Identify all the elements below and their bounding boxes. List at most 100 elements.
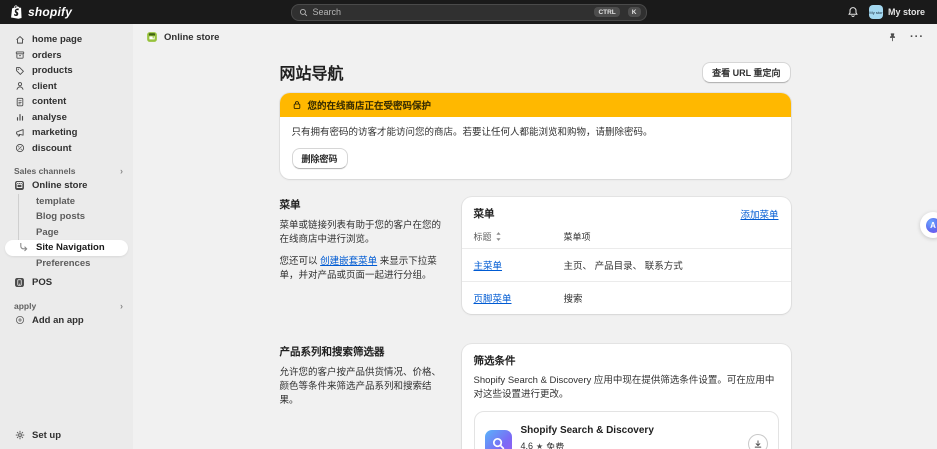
sidebar-item-label: POS <box>32 277 52 288</box>
app-rating-row: 4.6 ★ 免费 <box>521 440 739 449</box>
sidebar-item-content[interactable]: content <box>0 94 133 110</box>
lock-icon <box>292 100 302 110</box>
home-icon <box>14 34 25 45</box>
menus-section: 菜单 菜单或链接列表有助于您的客户在您的在线商店中进行浏览。 您还可以 创建嵌套… <box>280 197 791 314</box>
sidebar-item-label: home page <box>32 34 82 45</box>
sidebar-item-analyse[interactable]: analyse <box>0 110 133 126</box>
menus-card: 菜单 添加菜单 标题 菜单项 主菜单 主页、 产品目录、 联系方式 <box>462 197 791 314</box>
sidebar-item-products[interactable]: products <box>0 63 133 79</box>
shortcut-k-badge: K <box>628 7 641 17</box>
discount-icon <box>14 143 25 154</box>
sidebar-item-label: orders <box>32 50 62 61</box>
filters-desc: 允许您的客户按产品供货情况、价格、颜色等条件来筛选产品系列和搜索结果。 <box>280 366 448 407</box>
sidebar-item-site-navigation[interactable]: Site Navigation <box>5 240 128 256</box>
file-icon <box>14 96 25 107</box>
sidebar-item-pos[interactable]: POS <box>0 275 133 291</box>
create-nested-menu-link[interactable]: 创建嵌套菜单 <box>320 256 377 267</box>
account-menu[interactable]: My stor My store <box>869 5 925 19</box>
sidebar-item-label: content <box>32 96 66 107</box>
sidebar-item-marketing[interactable]: marketing <box>0 125 133 141</box>
remove-password-button[interactable]: 删除密码 <box>292 148 348 169</box>
app-name: Shopify Search & Discovery <box>521 425 654 436</box>
sidebar-item-label: marketing <box>32 127 77 138</box>
sidebar-item-discount[interactable]: discount <box>0 141 133 157</box>
app-card[interactable]: Shopify Search & Discovery 4.6 ★ 免费 自定义搜… <box>474 411 779 449</box>
filters-card-title: 筛选条件 <box>474 353 779 368</box>
sidebar-item-client[interactable]: client <box>0 79 133 95</box>
gear-icon <box>14 430 25 441</box>
store-name: My store <box>888 7 925 17</box>
online-store-green-icon <box>146 31 158 43</box>
sidebar: home page orders products client content… <box>0 24 133 449</box>
star-icon: ★ <box>536 442 543 449</box>
filters-section: 产品系列和搜索筛选器 允许您的客户按产品供货情况、价格、颜色等条件来筛选产品系列… <box>280 344 791 449</box>
search-icon <box>299 8 308 17</box>
menu-items-cell: 搜索 <box>564 291 779 305</box>
apps-header[interactable]: apply › <box>0 299 133 313</box>
plus-circle-icon <box>14 315 25 326</box>
chevron-right-icon: › <box>120 301 123 311</box>
sidebar-item-page[interactable]: Page <box>0 225 133 241</box>
store-avatar: My stor <box>869 5 883 19</box>
megaphone-icon <box>14 127 25 138</box>
sidebar-item-template[interactable]: template <box>0 194 133 210</box>
sidebar-item-label: client <box>32 81 57 92</box>
chart-icon <box>14 112 25 123</box>
menus-desc1: 菜单或链接列表有助于您的客户在您的在线商店中进行浏览。 <box>280 219 448 247</box>
channel-label: Online store <box>164 32 219 43</box>
chevron-right-icon: › <box>120 166 123 176</box>
table-row[interactable]: 页脚菜单 搜索 <box>462 281 791 314</box>
column-menu-items: 菜单项 <box>564 230 779 243</box>
shopify-logo[interactable]: shopify <box>10 5 72 19</box>
sidebar-item-orders[interactable]: orders <box>0 48 133 64</box>
sidebar-item-preferences[interactable]: Preferences <box>0 256 133 272</box>
menus-card-title: 菜单 <box>474 206 495 221</box>
sidebar-item-add-an-app[interactable]: Add an app <box>0 313 133 329</box>
more-actions-icon[interactable]: ··· <box>910 31 924 43</box>
sidebar-item-set-up[interactable]: Set up <box>0 428 133 444</box>
shortcut-ctrl-badge: CTRL <box>594 7 619 17</box>
install-app-button[interactable] <box>748 434 768 449</box>
orders-icon <box>14 50 25 61</box>
app-rating: 4.6 <box>521 441 534 449</box>
filters-heading: 产品系列和搜索筛选器 <box>280 344 448 359</box>
menus-desc2: 您还可以 创建嵌套菜单 来显示下拉菜单，并对产品或页面一起进行分组。 <box>280 255 448 283</box>
sidebar-item-label: Add an app <box>32 315 84 326</box>
footer-menu-link[interactable]: 页脚菜单 <box>474 291 512 305</box>
pos-icon <box>14 277 25 288</box>
online-store-subitems: template Blog posts Page Site Navigation… <box>0 194 133 272</box>
sidebar-item-home[interactable]: home page <box>0 32 133 48</box>
main-menu-link[interactable]: 主菜单 <box>474 258 503 272</box>
sidebar-item-label: Set up <box>32 430 61 441</box>
sidekick-assistant-button[interactable]: A <box>920 212 937 238</box>
banner-title: 您的在线商店正在受密码保护 <box>308 98 432 112</box>
sidebar-item-online-store[interactable]: Online store <box>0 178 133 194</box>
sidebar-item-label: Online store <box>32 180 87 191</box>
tree-hook-icon <box>19 243 28 252</box>
sort-icon <box>495 232 502 241</box>
content-header: Online store ··· <box>133 24 937 50</box>
search-placeholder: Search <box>313 7 587 17</box>
menu-items-cell: 主页、 产品目录、 联系方式 <box>564 258 779 272</box>
tag-icon <box>14 65 25 76</box>
pin-icon[interactable] <box>887 32 898 43</box>
filters-card-desc: Shopify Search & Discovery 应用中现在提供筛选条件设置… <box>474 374 779 402</box>
filters-card: 筛选条件 Shopify Search & Discovery 应用中现在提供筛… <box>462 344 791 449</box>
sales-channels-header[interactable]: Sales channels › <box>0 164 133 178</box>
sidekick-orb-icon: A <box>926 218 937 233</box>
page-title: 网站导航 <box>280 60 344 84</box>
banner-body-text: 只有拥有密码的访客才能访问您的商店。若要让任何人都能浏览和购物，请删除密码。 <box>292 126 779 139</box>
add-menu-link[interactable]: 添加菜单 <box>740 207 778 221</box>
sidebar-item-blog-posts[interactable]: Blog posts <box>0 209 133 225</box>
channel-breadcrumb[interactable]: Online store <box>146 31 219 43</box>
sidebar-item-label: discount <box>32 143 72 154</box>
column-title[interactable]: 标题 <box>474 230 564 243</box>
table-row[interactable]: 主菜单 主页、 产品目录、 联系方式 <box>462 248 791 281</box>
app-price: 免费 <box>546 440 564 449</box>
main-content: Online store ··· 网站导航 查看 URL 重定向 您的在线商店正… <box>133 24 937 449</box>
notifications-bell-icon[interactable] <box>847 6 859 18</box>
person-icon <box>14 81 25 92</box>
search-input[interactable]: Search CTRL K <box>291 4 647 21</box>
view-url-redirects-button[interactable]: 查看 URL 重定向 <box>702 62 790 83</box>
sidebar-item-label: analyse <box>32 112 67 123</box>
